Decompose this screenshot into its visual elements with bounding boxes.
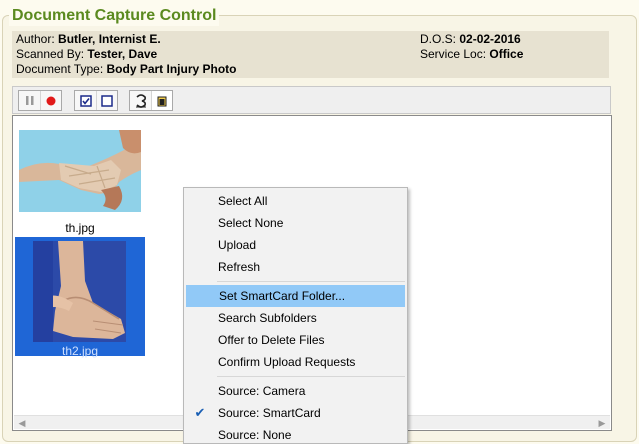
uncheck-all-button[interactable]	[96, 91, 117, 110]
record-icon	[46, 96, 56, 105]
card-button[interactable]	[151, 91, 172, 110]
menu-item-source-none[interactable]: Source: None	[185, 424, 406, 444]
author-row: Author: Butler, Internist E.	[16, 32, 237, 47]
menu-item-set-smartcard-folder[interactable]: Set SmartCard Folder...	[186, 285, 405, 307]
check-all-icon	[79, 94, 92, 107]
menu-item-source-camera[interactable]: Source: Camera	[185, 380, 406, 402]
context-menu: Select All Select None Upload Refresh Se…	[183, 187, 408, 444]
menu-item-offer-delete-files[interactable]: Offer to Delete Files	[185, 329, 406, 351]
rotate-icon	[135, 93, 146, 108]
pause-icon	[25, 96, 33, 105]
menu-item-source-smartcard[interactable]: ✔ Source: SmartCard	[185, 402, 406, 424]
view-controls	[129, 90, 173, 111]
card-icon	[157, 96, 167, 106]
check-all-button[interactable]	[75, 91, 96, 110]
service-loc-row: Service Loc: Office	[420, 47, 523, 62]
check-controls	[74, 90, 118, 111]
scroll-right-icon[interactable]: ▶	[595, 417, 609, 429]
service-loc-label: Service Loc:	[420, 47, 490, 61]
scanned-by-row: Scanned By: Tester, Dave	[16, 47, 237, 62]
author-value: Butler, Internist E.	[58, 32, 161, 46]
dos-row: D.O.S: 02-02-2016	[420, 32, 523, 47]
author-label: Author:	[16, 32, 59, 46]
capture-controls	[18, 90, 62, 111]
dos-value: 02-02-2016	[459, 32, 521, 46]
bandaged-foot-photo	[19, 130, 141, 212]
menu-item-select-all[interactable]: Select All	[185, 190, 406, 212]
thumbnail-image	[19, 130, 141, 212]
thumbnail-label: th2.jpg	[61, 344, 99, 358]
info-left: Author: Butler, Internist E. Scanned By:…	[16, 32, 237, 77]
menu-item-confirm-upload-requests[interactable]: Confirm Upload Requests	[185, 351, 406, 373]
record-button[interactable]	[40, 91, 61, 110]
menu-item-refresh[interactable]: Refresh	[185, 256, 406, 278]
pause-button[interactable]	[19, 91, 40, 110]
menu-item-select-none[interactable]: Select None	[185, 212, 406, 234]
menu-separator	[217, 281, 405, 282]
injured-foot-photo	[33, 241, 126, 342]
menu-item-label: Source: SmartCard	[218, 406, 321, 420]
dos-label: D.O.S:	[420, 32, 460, 46]
thumbnail-label: th.jpg	[65, 221, 95, 235]
rotate-button[interactable]	[130, 91, 151, 110]
uncheck-all-icon	[101, 94, 113, 107]
document-type-value: Body Part Injury Photo	[106, 62, 237, 76]
thumbnail-image	[33, 241, 126, 342]
thumbnail-item[interactable]: th.jpg	[16, 127, 144, 237]
menu-item-search-subfolders[interactable]: Search Subfolders	[185, 307, 406, 329]
scanned-by-label: Scanned By:	[16, 47, 88, 61]
toolbar	[12, 86, 611, 114]
checkmark-icon: ✔	[194, 405, 206, 420]
document-type-label: Document Type:	[16, 62, 107, 76]
menu-separator	[217, 376, 405, 377]
menu-item-upload[interactable]: Upload	[185, 234, 406, 256]
scroll-left-icon[interactable]: ◀	[15, 417, 29, 429]
info-right: D.O.S: 02-02-2016 Service Loc: Office	[420, 32, 523, 62]
thumbnail-item-selected[interactable]: th2.jpg	[15, 237, 145, 358]
panel-title: Document Capture Control	[9, 6, 220, 26]
scanned-by-value: Tester, Dave	[87, 47, 158, 61]
document-info: Author: Butler, Internist E. Scanned By:…	[12, 31, 609, 78]
service-loc-value: Office	[489, 47, 524, 61]
document-type-row: Document Type: Body Part Injury Photo	[16, 62, 237, 77]
